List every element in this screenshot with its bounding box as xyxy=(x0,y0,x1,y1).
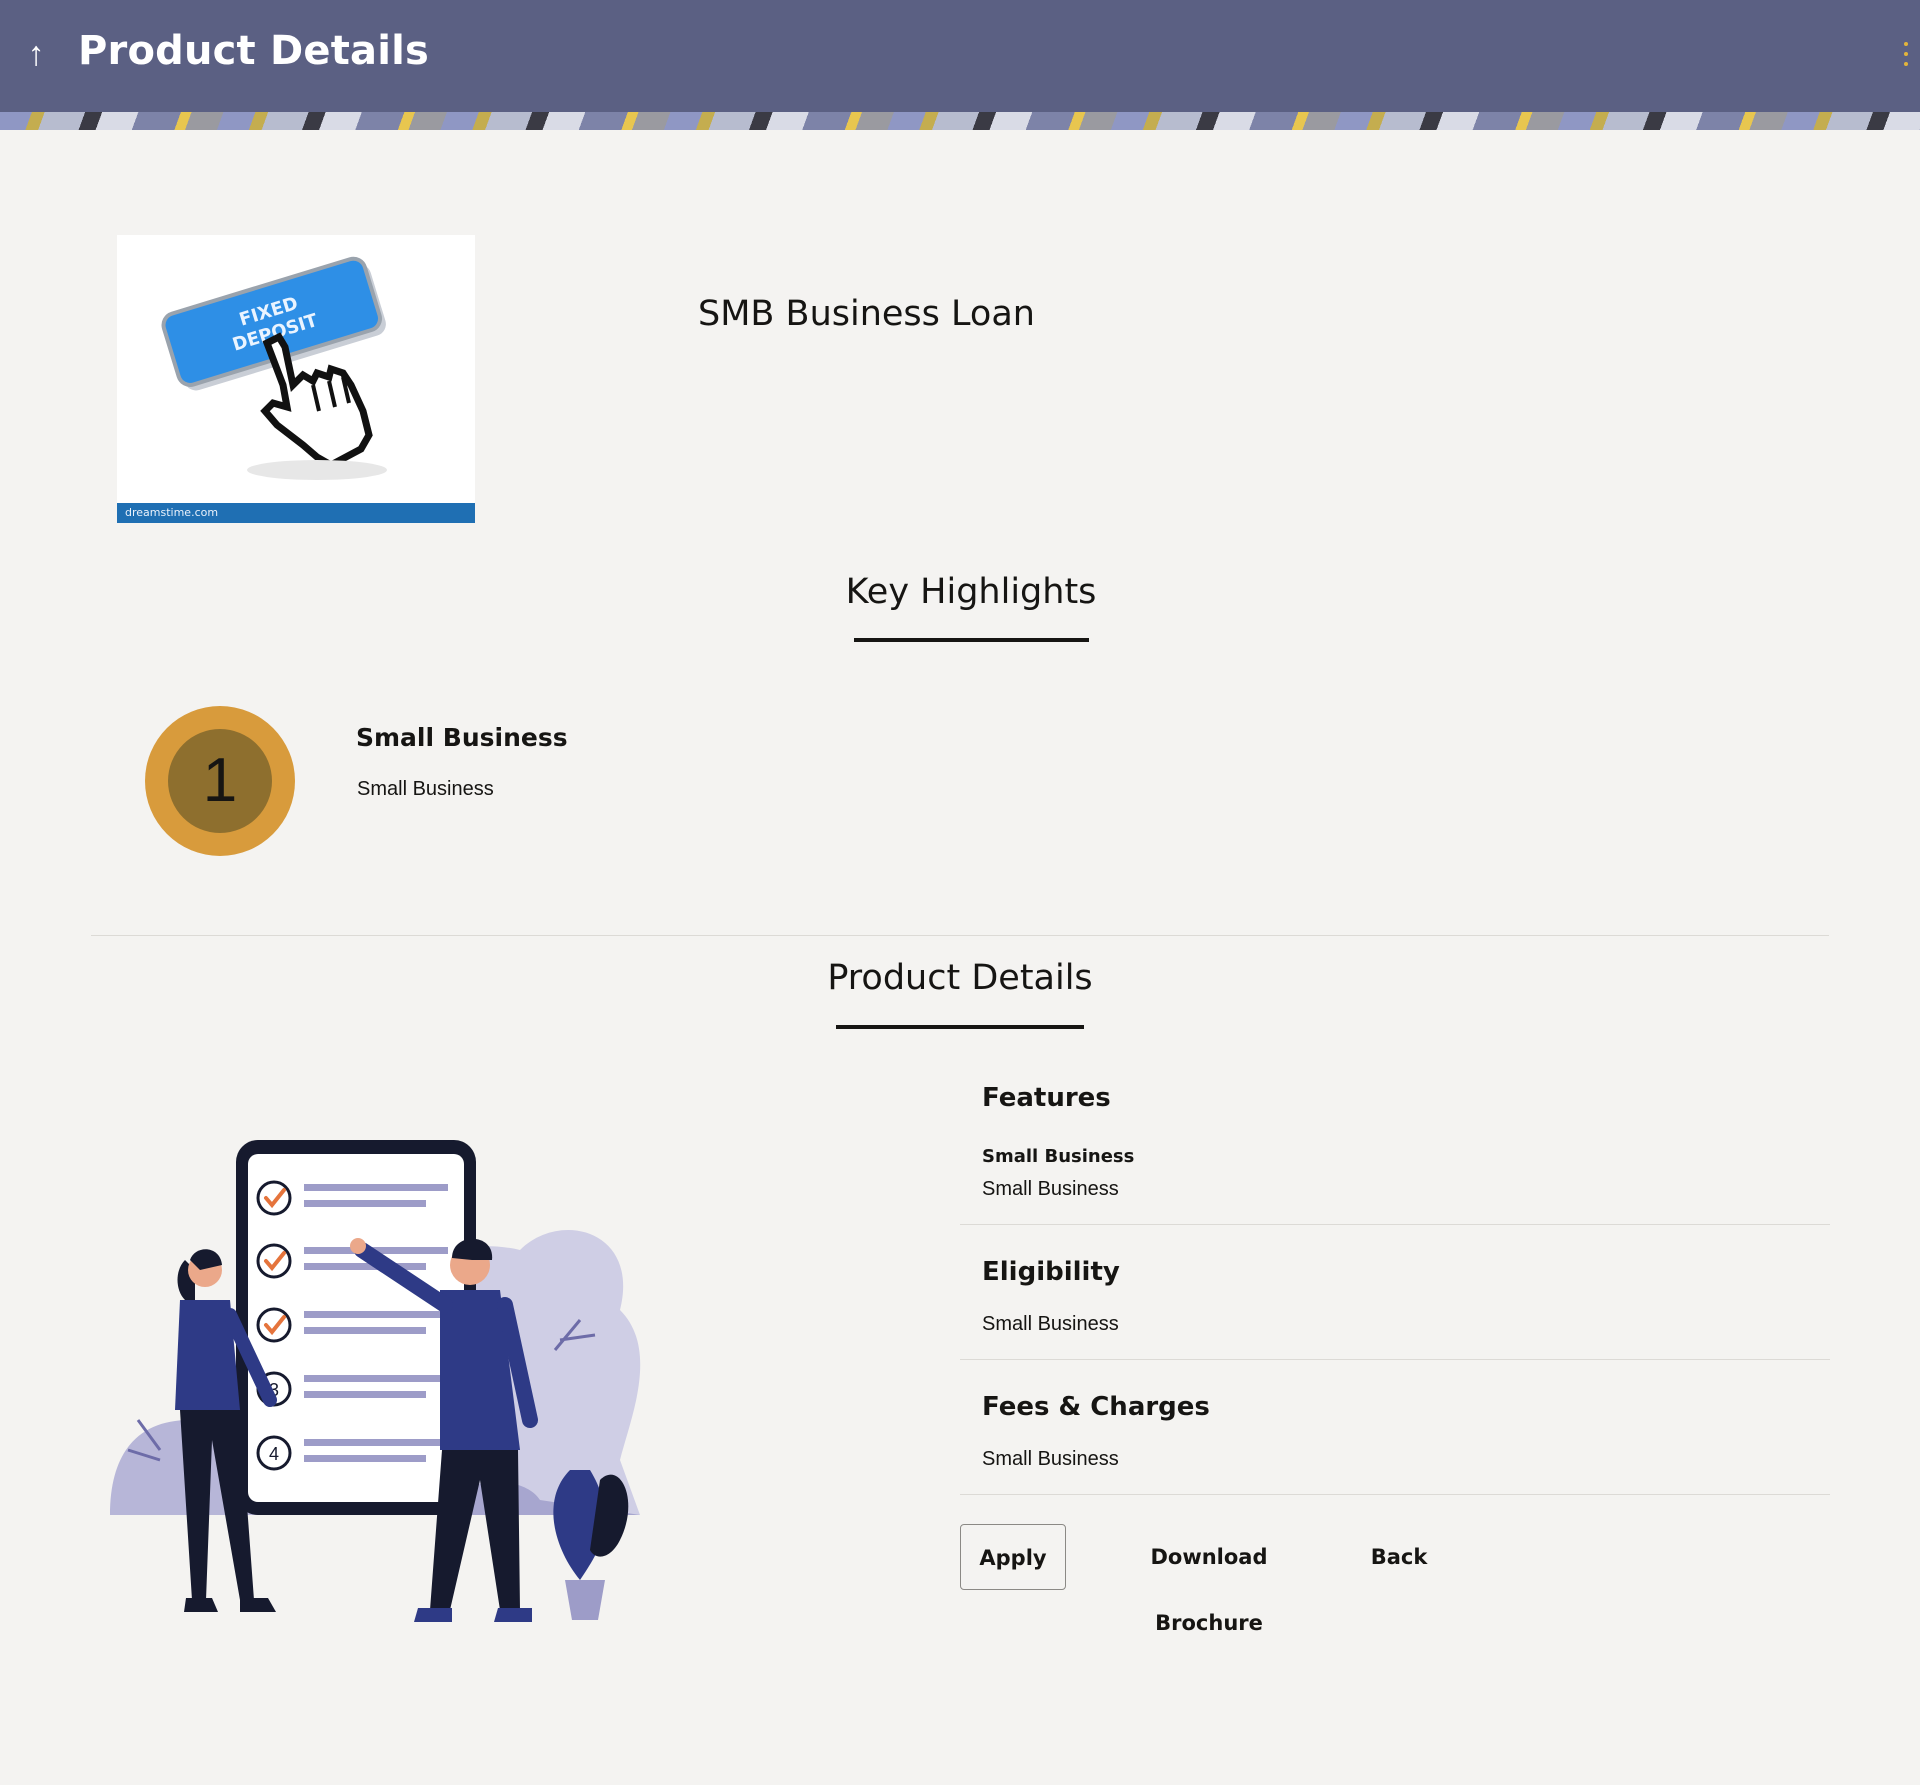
checklist-illustration: 3 4 xyxy=(110,1140,641,1622)
apply-button[interactable]: Apply xyxy=(960,1524,1066,1590)
features-divider xyxy=(960,1224,1830,1225)
step-4-label: 4 xyxy=(269,1444,279,1464)
highlight-number-badge: 1 xyxy=(145,706,295,856)
features-subtitle: Small Business xyxy=(982,1146,1135,1167)
section-divider xyxy=(91,935,1829,936)
key-highlights-heading: Key Highlights xyxy=(845,572,1097,612)
highlight-description: Small Business xyxy=(357,778,494,800)
features-text: Small Business xyxy=(982,1178,1119,1200)
product-image: FIXED DEPOSIT dreamstime.com xyxy=(117,235,475,523)
back-button[interactable]: Back xyxy=(1362,1524,1436,1590)
product-name: SMB Business Loan xyxy=(698,294,1035,334)
fixed-deposit-button-illustration: FIXED DEPOSIT xyxy=(161,256,387,480)
up-arrow-icon[interactable]: ↑ xyxy=(18,34,54,74)
image-watermark: dreamstime.com xyxy=(125,506,219,519)
kebab-menu-icon[interactable] xyxy=(1902,42,1910,66)
fees-charges-text: Small Business xyxy=(982,1448,1119,1470)
page-header: ↑ Product Details xyxy=(0,0,1920,112)
highlight-title: Small Business xyxy=(356,723,568,752)
header-decorative-strip xyxy=(0,112,1920,130)
product-details-underline xyxy=(836,1025,1084,1029)
eligibility-title: Eligibility xyxy=(982,1257,1120,1287)
eligibility-divider xyxy=(960,1359,1830,1360)
features-title: Features xyxy=(982,1083,1111,1113)
fees-charges-title: Fees & Charges xyxy=(982,1392,1210,1422)
page-title: Product Details xyxy=(78,28,430,74)
download-brochure-button[interactable]: Download Brochure xyxy=(1100,1524,1318,1635)
eligibility-text: Small Business xyxy=(982,1313,1119,1335)
image-watermark-bar: dreamstime.com xyxy=(117,503,475,523)
fees-charges-divider xyxy=(960,1494,1830,1495)
key-highlights-underline xyxy=(854,638,1089,642)
highlight-number: 1 xyxy=(168,729,272,833)
product-details-heading: Product Details xyxy=(827,958,1093,998)
